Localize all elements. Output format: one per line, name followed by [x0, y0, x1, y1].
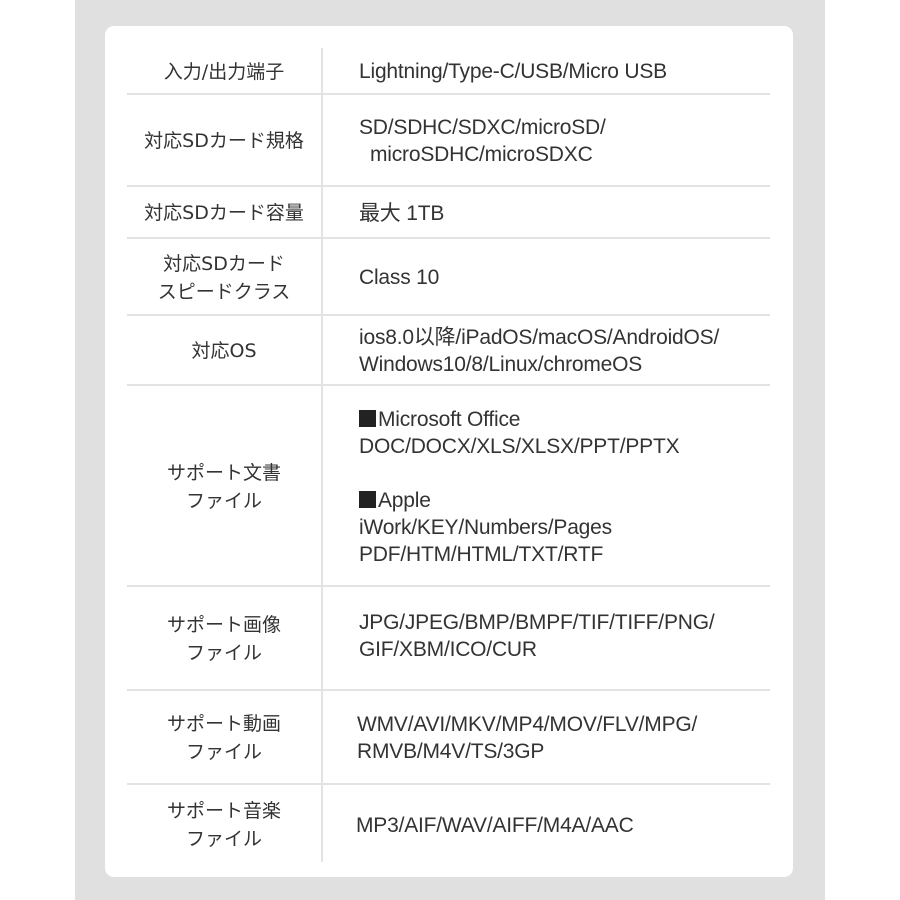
spec-value-line: 最大 1TB [359, 201, 445, 225]
black-square-icon [359, 490, 376, 508]
spec-value-line: microSDHC/microSDXC [370, 143, 593, 166]
spec-value: MP3/AIF/WAV/AIFF/M4A/AAC [356, 785, 776, 865]
spec-value-line: MP3/AIF/WAV/AIFF/M4A/AAC [356, 813, 634, 837]
spec-row-sd-speed-class: 対応SDカード スピードクラス Class 10 [127, 239, 770, 316]
black-square-icon [359, 409, 376, 427]
spec-label: サポート動画 ファイル [166, 713, 281, 763]
spec-row-io-ports: 入力/出力端子 Lightning/Type-C/USB/Micro USB [127, 48, 770, 95]
spec-value-line: Windows10/8/Linux/chromeOS [359, 353, 643, 376]
spec-label: 対応OS [191, 340, 257, 362]
spec-value-line: RMVB/M4V/TS/3GP [357, 740, 545, 763]
spec-value: Lightning/Type-C/USB/Micro USB [359, 48, 779, 95]
spec-value: ios8.0以降/iPadOS/macOS/AndroidOS/ Windows… [359, 316, 779, 386]
spec-value: WMV/AVI/MKV/MP4/MOV/FLV/MPG/ RMVB/M4V/TS… [357, 691, 777, 785]
spec-value: 最大 1TB [359, 187, 779, 239]
spec-label: サポート文書 ファイル [166, 461, 281, 512]
spec-value-line: JPG/JPEG/BMP/BMPF/TIF/TIFF/PNG/ [359, 611, 715, 634]
spec-row-sd-standard: 対応SDカード規格 SD/SDHC/SDXC/microSD/ microSDH… [127, 95, 770, 187]
spec-value-line: iWork/KEY/Numbers/Pages [359, 515, 612, 539]
spec-value-line: PDF/HTM/HTML/TXT/RTF [359, 542, 604, 566]
spec-value-line: DOC/DOCX/XLS/XLSX/PPT/PPTX [359, 434, 680, 458]
spec-value: JPG/JPEG/BMP/BMPF/TIF/TIFF/PNG/ GIF/XBM/… [359, 587, 779, 663]
spec-row-document-files: サポート文書 ファイル Microsoft Office DOC/DOCX/XL… [127, 386, 770, 587]
spec-row-video-files: サポート動画 ファイル WMV/AVI/MKV/MP4/MOV/FLV/MPG/… [127, 691, 770, 785]
spec-value: Microsoft Office DOC/DOCX/XLS/XLSX/PPT/P… [359, 386, 779, 587]
background-panel: 入力/出力端子 Lightning/Type-C/USB/Micro USB 対… [75, 0, 825, 900]
spec-label: 対応SDカード容量 [144, 202, 304, 224]
spec-row-audio-files: サポート音楽 ファイル MP3/AIF/WAV/AIFF/M4A/AAC [127, 785, 770, 865]
group-heading-microsoft-office: Microsoft Office [359, 406, 779, 433]
spec-label: 対応SDカード規格 [144, 130, 304, 152]
spec-row-supported-os: 対応OS ios8.0以降/iPadOS/macOS/AndroidOS/ Wi… [127, 316, 770, 386]
spec-value-line: ios8.0以降/iPadOS/macOS/AndroidOS/ [359, 326, 720, 349]
spec-value-line: Class 10 [359, 266, 440, 289]
spec-table-card: 入力/出力端子 Lightning/Type-C/USB/Micro USB 対… [105, 26, 793, 877]
spec-value-line: WMV/AVI/MKV/MP4/MOV/FLV/MPG/ [357, 713, 698, 736]
spec-row-sd-capacity: 対応SDカード容量 最大 1TB [127, 187, 770, 239]
spec-label: 対応SDカード スピードクラス [157, 252, 291, 303]
spec-row-image-files: サポート画像 ファイル JPG/JPEG/BMP/BMPF/TIF/TIFF/P… [127, 587, 770, 691]
group-heading-apple: Apple [359, 487, 779, 514]
spec-label: サポート画像 ファイル [166, 614, 281, 664]
spec-value-line: GIF/XBM/ICO/CUR [359, 638, 537, 661]
spec-label: 入力/出力端子 [163, 60, 285, 83]
spec-value: SD/SDHC/SDXC/microSD/ microSDHC/microSDX… [359, 95, 779, 187]
spec-value-line: SD/SDHC/SDXC/microSD/ [359, 116, 606, 139]
spec-label: サポート音楽 ファイル [166, 800, 281, 850]
spec-value-line: Lightning/Type-C/USB/Micro USB [359, 60, 667, 83]
spec-value: Class 10 [359, 239, 779, 316]
